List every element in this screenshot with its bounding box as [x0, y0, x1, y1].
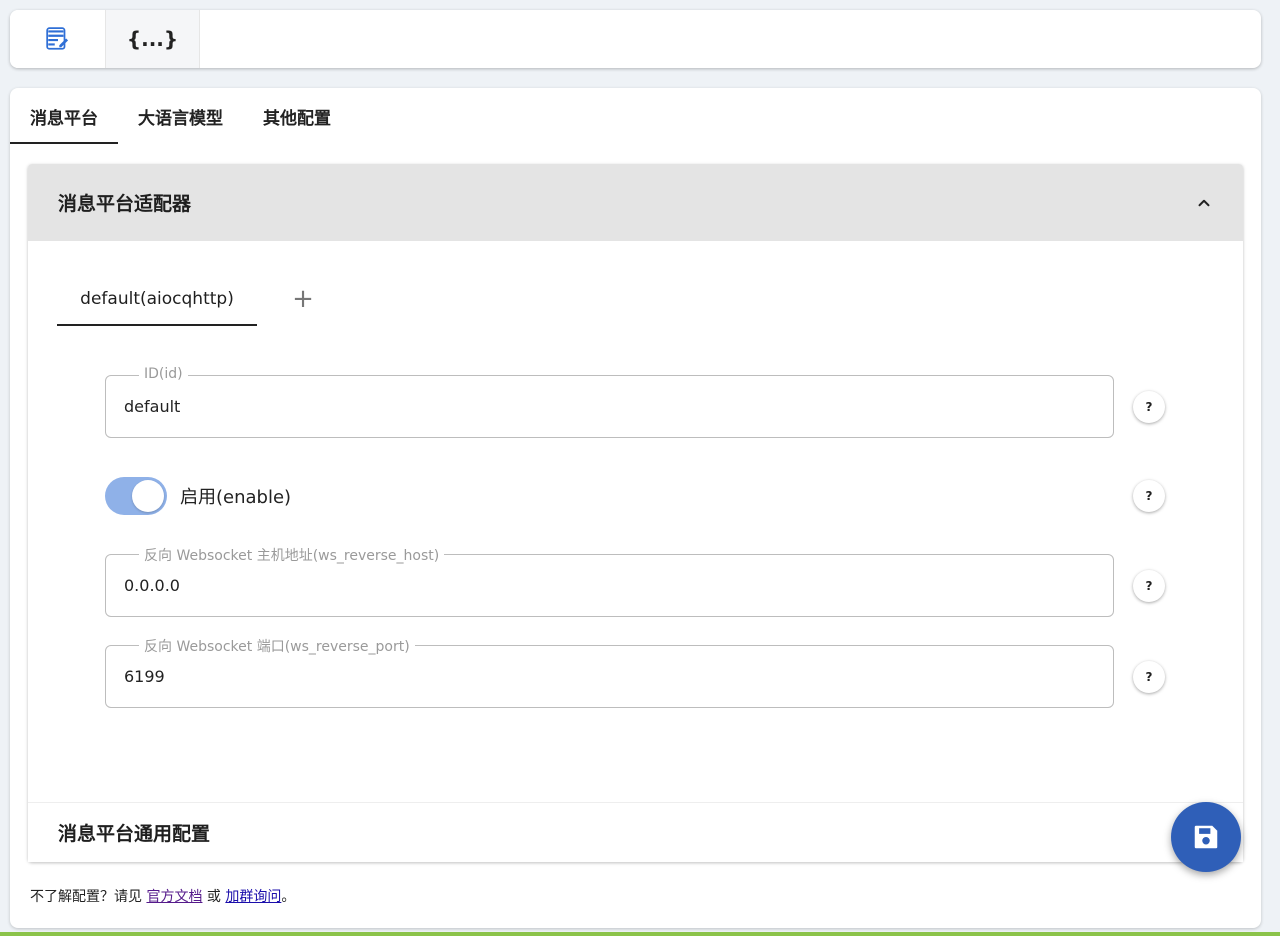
enable-toggle-row: 启用(enable)	[105, 477, 291, 515]
adapter-panel-header[interactable]: 消息平台适配器	[28, 164, 1243, 241]
adapter-panel-title: 消息平台适配器	[58, 193, 192, 215]
adapter-tab-default[interactable]: default(aiocqhttp)	[57, 272, 257, 326]
port-field-label: 反向 Websocket 端口(ws_reverse_port)	[139, 636, 415, 656]
config-tabs: 消息平台 大语言模型 其他配置	[10, 88, 1261, 144]
enable-label: 启用(enable)	[180, 487, 292, 508]
id-help-button[interactable]: ?	[1133, 391, 1165, 423]
visual-mode-button[interactable]	[10, 10, 105, 68]
question-icon: ?	[1145, 489, 1153, 503]
group-link[interactable]: 加群询问	[225, 889, 281, 905]
port-field: 反向 Websocket 端口(ws_reverse_port)	[105, 636, 1114, 708]
footer-middle: 或	[202, 889, 226, 905]
general-panel-header[interactable]: 消息平台通用配置	[28, 802, 1243, 862]
adapter-tabs: default(aiocqhttp) +	[57, 272, 349, 326]
host-field-label: 反向 Websocket 主机地址(ws_reverse_host)	[139, 545, 445, 565]
enable-help-button[interactable]: ?	[1133, 480, 1165, 512]
adapter-panel: 消息平台适配器 default(aiocqhttp) + ID(id) ? 启用…	[28, 164, 1243, 862]
save-button[interactable]	[1171, 802, 1241, 872]
question-icon: ?	[1145, 400, 1153, 414]
plus-icon: +	[292, 284, 314, 314]
host-field: 反向 Websocket 主机地址(ws_reverse_host)	[105, 545, 1114, 617]
tab-llm[interactable]: 大语言模型	[118, 88, 243, 144]
tab-message-platform[interactable]: 消息平台	[10, 88, 118, 144]
help-footer: 不了解配置？请见 官方文档 或 加群询问。	[30, 886, 295, 906]
host-help-button[interactable]: ?	[1133, 570, 1165, 602]
id-field-label: ID(id)	[139, 366, 188, 382]
chevron-up-icon	[1198, 199, 1210, 206]
id-input[interactable]	[106, 376, 1113, 437]
question-icon: ?	[1145, 670, 1153, 684]
general-panel-title: 消息平台通用配置	[58, 823, 211, 845]
bottom-accent-line	[0, 932, 1280, 936]
floppy-disk-icon	[1194, 825, 1218, 849]
enable-switch[interactable]	[105, 477, 167, 515]
editor-mode-toolbar: {...}	[10, 10, 1261, 68]
footer-suffix: 。	[281, 889, 296, 905]
code-braces-icon: {...}	[126, 27, 179, 51]
id-field: ID(id)	[105, 366, 1114, 438]
question-icon: ?	[1145, 579, 1153, 593]
json-mode-button[interactable]: {...}	[105, 10, 200, 68]
tab-other-config[interactable]: 其他配置	[243, 88, 351, 144]
add-adapter-button[interactable]: +	[257, 272, 349, 326]
switch-knob	[132, 480, 164, 512]
docs-link[interactable]: 官方文档	[146, 889, 202, 905]
edit-note-icon	[45, 27, 68, 50]
footer-prefix: 不了解配置？请见	[30, 889, 147, 905]
config-card: 消息平台 大语言模型 其他配置 消息平台适配器 default(aiocqhtt…	[10, 88, 1261, 928]
port-help-button[interactable]: ?	[1133, 661, 1165, 693]
